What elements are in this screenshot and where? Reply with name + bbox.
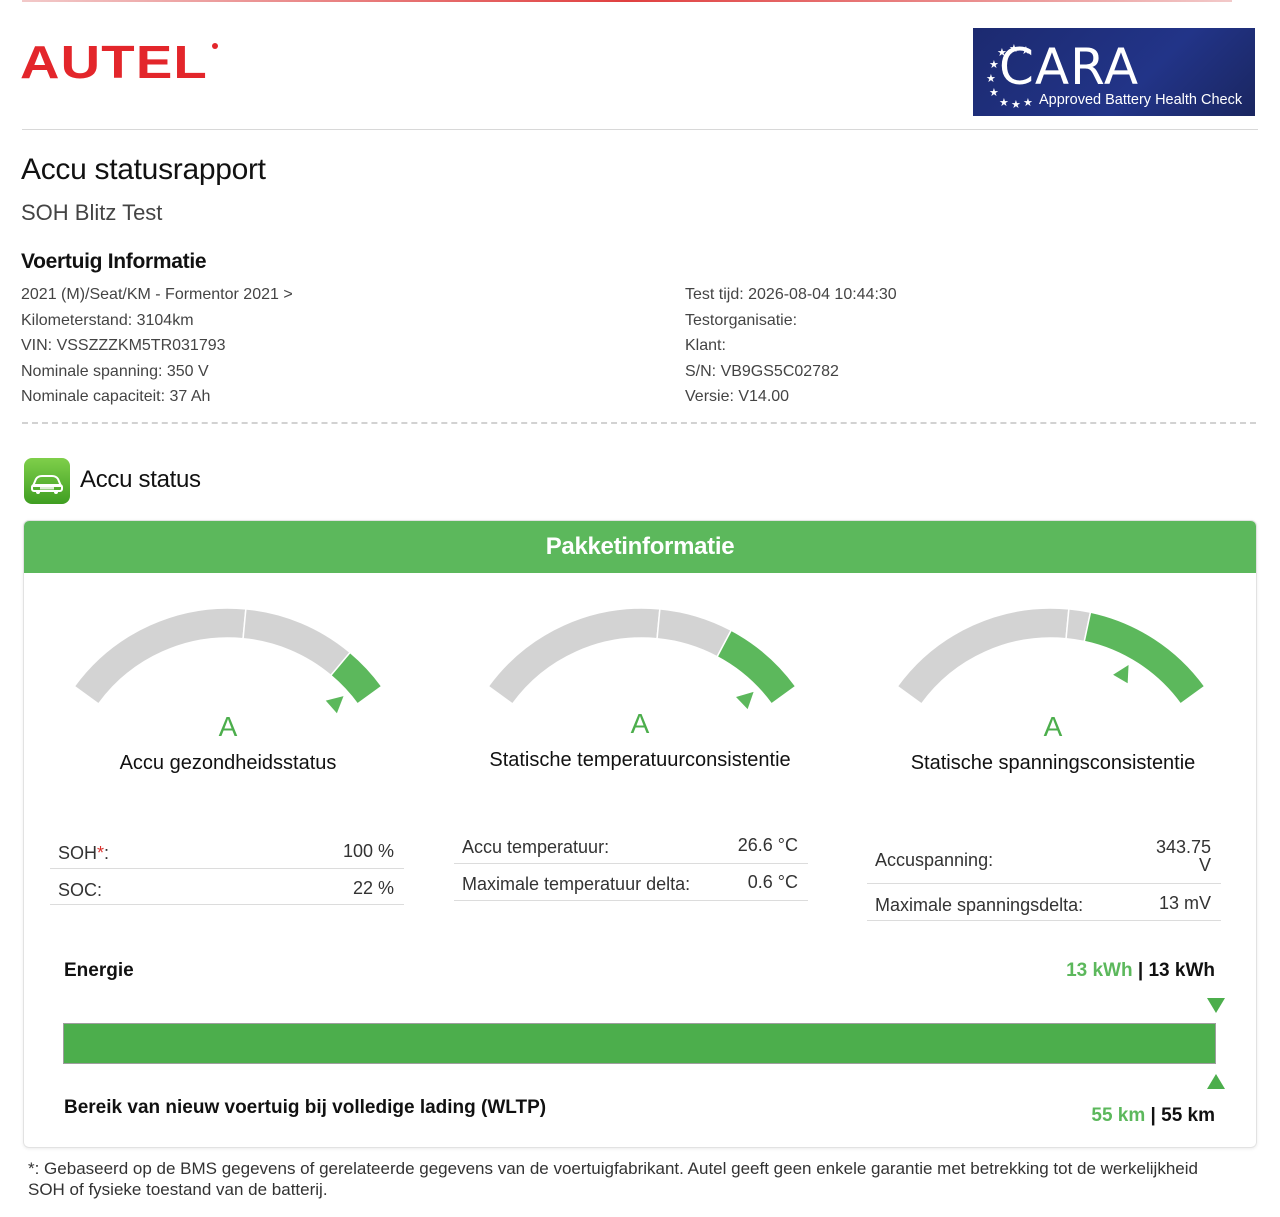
max-voltage-delta-value: 13 mV [1158,893,1211,913]
gauge-segment-good [716,629,797,706]
gauge-segment-good [1083,611,1206,706]
soc-label: SOC: [58,880,103,900]
battery-status-title: Accu status [80,466,201,493]
report-subtitle: SOH Blitz Test [21,200,163,225]
max-voltage-delta-label: Maximale spanningsdelta: [875,895,1084,915]
soh-label: SOH [58,843,98,863]
software-version: Versie: V14.00 [685,388,790,405]
energy-value: 13 kWh | 13 kWh [1066,960,1215,982]
svg-text:★: ★ [989,58,999,71]
battery-temperature-value: 26.6 °C [737,835,798,855]
gauge-segment-low [73,607,247,706]
gauge-pointer [1113,664,1129,684]
vehicle-mileage: Kilometerstand: 3104km [21,311,194,329]
battery-voltage-value: 343.75 [1155,837,1211,857]
test-organisation: Testorganisatie: [685,311,798,329]
gauge-segment-low [896,607,1070,706]
battery-voltage-row: Accuspanning: 343.75 V [867,834,1221,884]
cara-badge: ★ ★ ★ ★ ★ ★ ★ ★ ★ CARA Approved Battery Health… [973,28,1255,116]
svg-text:★: ★ [999,96,1009,109]
svg-text:★: ★ [1011,98,1021,111]
soh-suffix: : [104,843,110,863]
svg-text:★: ★ [986,72,996,85]
voltage-gauge-label: Statische spanningsconsistentie [910,752,1196,774]
soh-row: SOH*: 100 % [50,833,404,869]
battery-temperature-label: Accu temperatuur: [462,837,610,857]
energy-separator: | [1132,960,1149,981]
temperature-gauge-label: Statische temperatuurconsistentie [489,749,791,771]
top-accent-line [22,0,1232,2]
range-marker-up-icon [1207,1074,1225,1089]
energy-bar [63,1023,1216,1064]
energy-bar-fill [64,1024,1215,1063]
soh-required-mark: * [97,843,105,863]
energy-current: 13 kWh [1066,960,1133,981]
gauge-pointer [736,691,754,710]
max-temperature-delta-label: Maximale temperatuur delta: [462,874,691,894]
vehicle-info-heading: Voertuig Informatie [21,250,207,273]
battery-voltage-label: Accuspanning: [875,850,994,870]
gauge-segment-mid [242,608,352,677]
health-grade: A [218,711,238,742]
range-label: Bereik van nieuw voertuig bij volledige … [64,1097,547,1118]
range-separator: | [1145,1105,1162,1126]
test-time: Test tijd: 2026-08-04 10:44:30 [685,286,897,303]
max-voltage-delta-row: Maximale spanningsdelta: 13 mV [867,884,1221,921]
gauge-segment-mid [656,608,733,658]
customer: Klant: [685,337,726,354]
battery-voltage-unit: V [1198,855,1211,875]
soh-value: 100 % [342,841,394,861]
car-battery-icon [24,458,70,504]
max-temperature-delta-value: 0.6 °C [747,872,798,892]
range-total: 55 km [1161,1105,1215,1126]
energy-marker-down-icon [1207,998,1225,1013]
soc-row: SOC: 22 % [50,869,404,905]
gauge-segment-low [487,607,661,706]
svg-text:★: ★ [1023,96,1033,109]
battery-temperature-row: Accu temperatuur: 26.6 °C [454,829,808,864]
header-divider [22,129,1258,130]
health-gauge-label: Accu gezondheidsstatus [119,752,337,774]
svg-text:★: ★ [989,86,999,99]
section-divider [22,422,1256,424]
serial-number: S/N: VB9GS5C02782 [685,362,839,380]
vehicle-info-left: 2021 (M)/Seat/KM - Formentor 2021 > Kilo… [21,282,293,410]
temperature-grade: A [630,708,650,739]
vehicle-info-right: Test tijd: 2026-08-04 10:44:30 Testorgan… [685,282,897,410]
range-current: 55 km [1091,1105,1146,1126]
footnote: *: Gebaseerd op de BMS gegevens of gerel… [28,1159,1198,1199]
vehicle-model: 2021 (M)/Seat/KM - Formentor 2021 > [21,286,293,303]
gauge-pointer [325,696,344,714]
vehicle-nominal-capacity: Nominale capaciteit: 37 Ah [21,388,211,405]
max-temperature-delta-row: Maximale temperatuur delta: 0.6 °C [454,864,808,901]
pack-info-title: Pakketinformatie [24,521,1256,573]
cara-title: CARA [999,38,1140,96]
energy-total: 13 kWh [1148,960,1215,981]
vehicle-vin: VIN: VSSZZZKM5TR031793 [21,337,226,354]
vehicle-nominal-voltage: Nominale spanning: 350 V [21,362,209,380]
soc-value: 22 % [352,878,394,898]
range-value: 55 km | 55 km [1091,1105,1215,1127]
autel-logo: AUTEL [20,40,218,84]
cara-subtitle: Approved Battery Health Check [1039,92,1243,108]
report-title: Accu statusrapport [21,153,266,186]
autel-logo-text: AUTEL [20,40,208,84]
voltage-grade: A [1043,711,1063,742]
energy-label: Energie [64,960,134,981]
